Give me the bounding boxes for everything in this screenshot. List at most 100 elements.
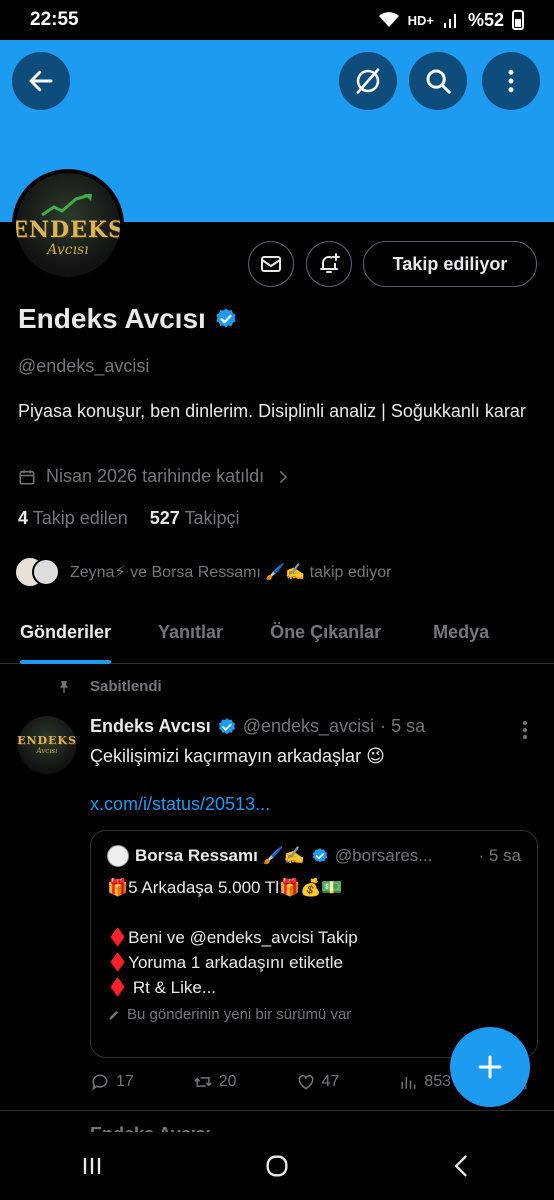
heart-icon (298, 1074, 313, 1090)
notifications-button[interactable] (306, 241, 352, 287)
repost-button[interactable]: 20 (193, 1072, 237, 1092)
quote-author-handle: @borsares... (334, 846, 433, 865)
compose-post-button[interactable] (450, 1027, 530, 1107)
battery-percent: %52 (467, 9, 504, 30)
followers-count: 527 (149, 508, 180, 528)
home-icon[interactable] (263, 1152, 291, 1180)
tab-replies[interactable]: Yanıtlar (158, 600, 223, 664)
quoted-post[interactable]: Borsa Ressamı 🖌️✍️ @borsares... · 5 sa 🎁… (90, 830, 538, 1058)
pin-icon (60, 680, 68, 693)
tab-highlights[interactable]: Öne Çıkanlar (270, 600, 381, 664)
post-divider (0, 1110, 554, 1111)
profile-bio: Piyasa konuşur, ben dinlerim. Disiplinli… (18, 401, 526, 421)
plus-icon (478, 1055, 502, 1079)
chevron-right-icon (280, 470, 288, 483)
post-avatar-logo-text: ENDEKS (17, 734, 77, 747)
quote-line: ♦️Yoruma 1 arkadaşını etiketle (107, 953, 343, 972)
post-avatar-logo-sub: Avcısı (36, 747, 58, 755)
back-icon[interactable] (448, 1152, 476, 1180)
profile-avatar[interactable]: ENDEKS Avcısı (12, 169, 124, 281)
quote-author-name: Borsa Ressamı 🖌️✍️ (135, 846, 305, 865)
pinned-label: Sabitlendi (90, 678, 162, 695)
network-type: HD+ (407, 12, 434, 28)
profile-stats: 4 Takip edilen 527 Takipçi (18, 508, 240, 529)
search-icon (426, 69, 451, 94)
followers-label: Takipçi (184, 508, 240, 528)
profile-name-text: Endeks Avcısı (18, 303, 206, 334)
wifi-icon (378, 12, 399, 27)
status-time: 22:55 (30, 9, 79, 30)
followed-by-avatars (14, 556, 60, 588)
view-count: 853 (424, 1073, 451, 1090)
profile-name: Endeks Avcısı (18, 303, 238, 335)
bell-plus-icon (320, 253, 340, 273)
quote-header: Borsa Ressamı 🖌️✍️ @borsares... · 5 sa (107, 845, 521, 867)
search-button[interactable] (409, 52, 467, 110)
calendar-icon (19, 469, 35, 484)
status-bar: 22:55 HD+ %52 (0, 0, 554, 40)
quote-line: ♦️ Rt & Like... (107, 978, 217, 997)
post-author-handle: @endeks_avcisi (242, 716, 375, 736)
views-button[interactable]: 853 (398, 1072, 451, 1092)
verified-badge-icon (216, 308, 236, 328)
more-vertical-icon (508, 69, 514, 93)
signal-icon (443, 14, 456, 28)
tab-label: Yanıtlar (158, 621, 224, 642)
quote-line: ♦️Beni ve @endeks_avcisi Takip (107, 928, 358, 947)
joined-date[interactable]: Nisan 2026 tarihinde katıldı (18, 466, 292, 487)
tab-label: Gönderiler (20, 621, 112, 642)
pencil-icon (109, 1010, 119, 1020)
grok-icon (356, 68, 380, 94)
post-link[interactable]: x.com/i/status/20513... (90, 794, 270, 815)
reply-count: 17 (116, 1073, 134, 1090)
following-label: Takip edilen (32, 508, 128, 528)
new-version-note: Bu gönderinin yeni bir sürümü var (107, 1006, 521, 1023)
avatar-logo-sub: Avcısı (47, 241, 89, 258)
tab-posts[interactable]: Gönderiler (20, 600, 112, 664)
message-button[interactable] (248, 241, 294, 287)
avatar-logo: ENDEKS Avcısı (16, 173, 120, 277)
followers-link[interactable]: 527 Takipçi (150, 508, 240, 529)
avatar (107, 845, 129, 867)
grok-button[interactable] (339, 52, 397, 110)
joined-text: Nisan 2026 tarihinde katıldı (46, 466, 265, 486)
new-version-text: Bu gönderinin yeni bir sürümü var (127, 1006, 352, 1023)
tab-label: Medya (433, 621, 490, 642)
status-right: HD+ %52 (378, 10, 524, 31)
recent-apps-icon[interactable] (78, 1152, 106, 1180)
reply-button[interactable]: 17 (90, 1072, 134, 1092)
post-author-name[interactable]: Endeks Avcısı (90, 716, 211, 737)
envelope-icon (261, 256, 281, 272)
reply-icon (92, 1074, 108, 1091)
views-chart-icon (401, 1077, 416, 1089)
quote-time: · 5 sa (478, 846, 521, 865)
post-more-button[interactable] (518, 718, 532, 742)
back-arrow-icon (29, 70, 53, 92)
following-count: 4 (18, 508, 29, 528)
tab-media[interactable]: Medya (433, 600, 489, 664)
battery-icon (512, 10, 524, 30)
followed-by-text: Zeyna⚡ ve Borsa Ressamı 🖌️✍️ takip ediyo… (70, 564, 392, 581)
repost-icon (193, 1077, 212, 1087)
following-button[interactable]: Takip ediliyor (363, 241, 537, 287)
like-button[interactable]: 47 (296, 1072, 340, 1092)
avatar-logo-text: ENDEKS (12, 216, 124, 243)
system-nav-bar (0, 1132, 554, 1200)
quote-line: 🎁5 Arkadaşa 5.000 Tl🎁💰💵 (107, 878, 343, 897)
avatar (32, 558, 60, 586)
back-button[interactable] (12, 52, 70, 110)
active-tab-indicator (20, 660, 112, 664)
more-options-button[interactable] (482, 52, 540, 110)
following-link[interactable]: 4 Takip edilen (18, 508, 128, 529)
pinned-indicator: Sabitlendi (56, 678, 162, 695)
profile-tabs: Gönderiler Yanıtlar Öne Çıkanlar Medya (0, 600, 554, 664)
verified-badge-icon (218, 717, 235, 734)
verified-badge-icon (312, 848, 328, 863)
repost-count: 20 (218, 1073, 237, 1090)
tab-label: Öne Çıkanlar (270, 621, 382, 642)
post-time: · 5 sa (380, 716, 426, 736)
like-count: 47 (321, 1073, 340, 1090)
followed-by[interactable]: Zeyna⚡ ve Borsa Ressamı 🖌️✍️ takip ediyo… (14, 556, 391, 588)
post-author-avatar[interactable]: ENDEKS Avcısı (17, 716, 77, 774)
post-header: Endeks Avcısı @endeks_avcisi · 5 sa (90, 716, 425, 737)
